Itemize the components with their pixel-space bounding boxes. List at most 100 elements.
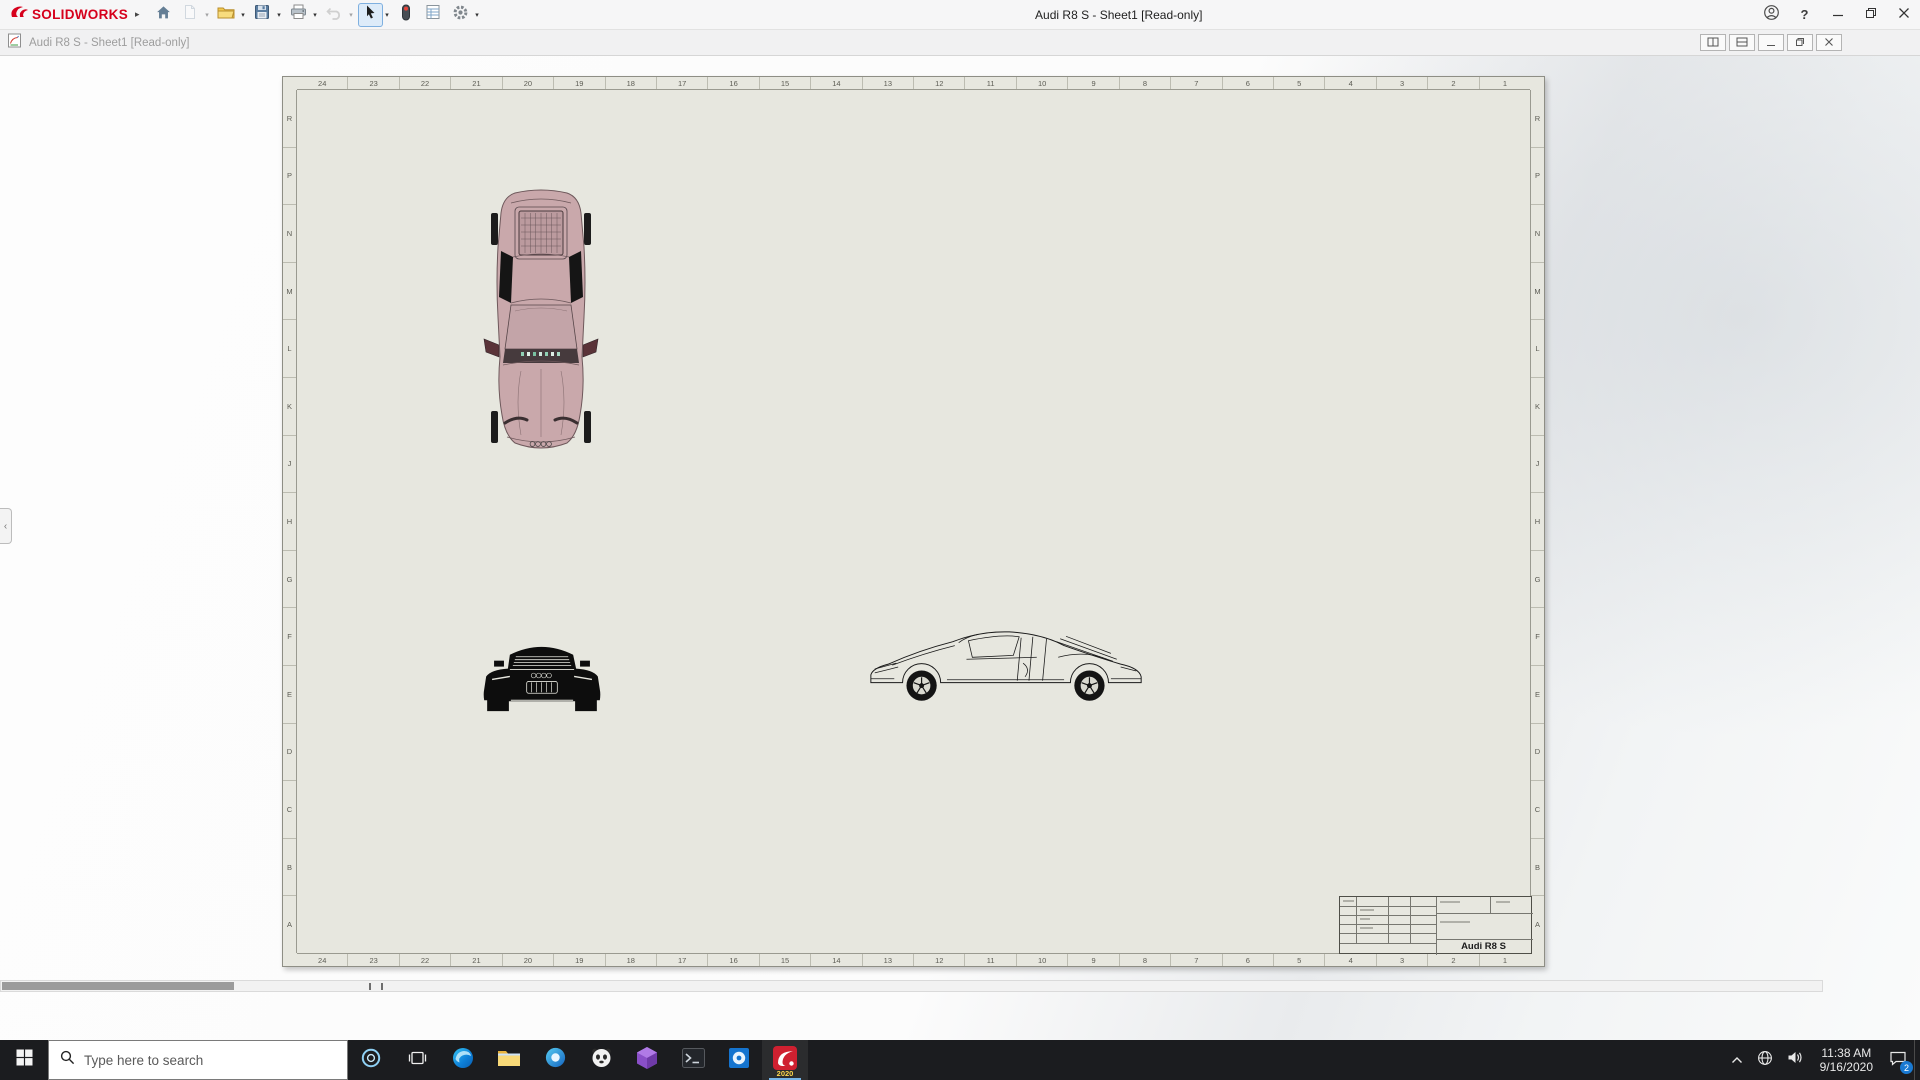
drawing-client-area[interactable]: ‹ 24232221201918171615141312111098765432… (0, 56, 1920, 1040)
minimize-icon (1832, 6, 1844, 24)
scrollbar-splitter-mark[interactable] (381, 983, 383, 990)
feature-panel-collapse-tab[interactable]: ‹ (0, 508, 12, 544)
title-block-line (1490, 897, 1491, 913)
zone-label: R (1531, 90, 1544, 148)
document-title: Audi R8 S - Sheet1 [Read-only] (29, 37, 189, 49)
taskbar-search[interactable] (48, 1040, 348, 1080)
title-block[interactable]: Audi R8 S (1339, 896, 1532, 954)
solidworks-logo[interactable]: SOLIDWORKS (0, 4, 132, 25)
taskbar-clock[interactable]: 11:38 AM 9/16/2020 (1811, 1040, 1882, 1080)
action-center-button[interactable]: 2 (1882, 1040, 1914, 1080)
new-document-dropdown-icon[interactable]: ▾ (203, 11, 212, 19)
open-dropdown-icon[interactable]: ▾ (239, 11, 248, 19)
open-button[interactable] (214, 3, 239, 27)
new-document-icon (182, 4, 198, 25)
taskbar-icon-3d-viewer[interactable] (624, 1040, 670, 1080)
horizontal-scrollbar[interactable] (0, 980, 1823, 992)
volume-button[interactable] (1780, 1040, 1811, 1080)
options-group: ▾ (448, 3, 482, 27)
undo-dropdown-icon[interactable]: ▾ (347, 11, 356, 19)
zone-label: F (283, 608, 296, 666)
print-dropdown-icon[interactable]: ▾ (311, 11, 320, 19)
taskbar-icon-media-app[interactable] (578, 1040, 624, 1080)
drawing-sheet[interactable]: 242322212019181716151413121110987654321 … (282, 76, 1545, 967)
zone-label: R (283, 90, 296, 148)
drawing-view-top[interactable] (480, 187, 602, 455)
select-tool-button[interactable] (358, 3, 383, 27)
show-desktop-button[interactable] (1914, 1040, 1920, 1080)
cortana-button[interactable] (348, 1040, 394, 1080)
toolbar-expand-icon[interactable]: ▸ (135, 9, 140, 20)
zone-label: 17 (657, 954, 708, 966)
zone-label: 16 (708, 77, 759, 89)
save-button[interactable] (250, 3, 275, 27)
print-button[interactable] (286, 3, 311, 27)
tile-vertical-button[interactable] (1700, 34, 1726, 51)
zone-label: M (283, 263, 296, 321)
scrollbar-splitter-mark[interactable] (369, 983, 371, 990)
tile-horizontal-button[interactable] (1729, 34, 1755, 51)
zone-label: 6 (1223, 77, 1274, 89)
cortana-icon (360, 1047, 382, 1074)
restore-button[interactable] (1854, 0, 1887, 29)
tile-vertical-icon (1707, 34, 1719, 52)
options-button[interactable] (448, 3, 473, 27)
home-button[interactable] (151, 3, 176, 27)
taskbar-icon-terminal[interactable] (670, 1040, 716, 1080)
zone-label: 4 (1325, 77, 1376, 89)
zone-label: G (283, 551, 296, 609)
zone-label: 23 (348, 954, 399, 966)
snapshot-button[interactable] (394, 3, 419, 27)
horizontal-scrollbar-thumb[interactable] (2, 982, 234, 990)
taskbar-icon-photos[interactable] (716, 1040, 762, 1080)
zone-label: P (1531, 148, 1544, 206)
zone-label: 5 (1274, 954, 1325, 966)
zone-label: 20 (503, 77, 554, 89)
zone-label: L (1531, 320, 1544, 378)
restore-icon (1865, 6, 1877, 24)
zone-label: 15 (760, 954, 811, 966)
minimize-button[interactable] (1821, 0, 1854, 29)
network-button[interactable] (1750, 1040, 1780, 1080)
title-block-text-smudge (1496, 901, 1510, 903)
start-button[interactable] (0, 1040, 48, 1080)
sheet-format-button[interactable] (421, 3, 446, 27)
doc-restore-button[interactable] (1787, 34, 1813, 51)
zone-label: J (283, 436, 296, 494)
taskbar-icon-edge[interactable] (440, 1040, 486, 1080)
help-button[interactable]: ? (1788, 0, 1821, 29)
account-button[interactable] (1755, 0, 1788, 29)
zone-ruler-bottom: 242322212019181716151413121110987654321 (297, 953, 1530, 966)
zone-label: 12 (914, 77, 965, 89)
title-block-text-smudge (1440, 921, 1470, 923)
taskbar-icon-browser[interactable] (532, 1040, 578, 1080)
taskbar-icon-file-explorer[interactable] (486, 1040, 532, 1080)
doc-close-button[interactable] (1816, 34, 1842, 51)
chevron-up-icon (1731, 1051, 1743, 1069)
open-folder-icon (217, 5, 235, 25)
zone-label: 6 (1223, 954, 1274, 966)
options-dropdown-icon[interactable]: ▾ (473, 11, 482, 19)
gear-icon (452, 4, 469, 26)
task-view-button[interactable] (394, 1040, 440, 1080)
drawing-view-front[interactable] (479, 633, 605, 717)
tray-expand-button[interactable] (1724, 1040, 1750, 1080)
undo-button[interactable] (322, 3, 347, 27)
new-document-button[interactable] (178, 3, 203, 27)
drawing-view-side[interactable] (865, 623, 1148, 715)
taskbar-icon-solidworks[interactable]: 2020 (762, 1040, 808, 1080)
title-block-line (1388, 897, 1389, 943)
zone-label: G (1531, 551, 1544, 609)
select-dropdown-icon[interactable]: ▾ (383, 11, 392, 19)
close-button[interactable] (1887, 0, 1920, 29)
search-input[interactable] (84, 1053, 336, 1068)
zone-label: 10 (1017, 77, 1068, 89)
windows-taskbar: 2020 11:38 AM 9/16/2020 2 (0, 1040, 1920, 1080)
print-group: ▾ (286, 3, 320, 27)
save-dropdown-icon[interactable]: ▾ (275, 11, 284, 19)
app-titlebar: SOLIDWORKS ▸ ▾ ▾ ▾ (0, 0, 1920, 30)
task-view-icon (408, 1050, 427, 1071)
doc-minimize-button[interactable] (1758, 34, 1784, 51)
zone-label: 21 (451, 954, 502, 966)
zone-label: A (1531, 896, 1544, 953)
